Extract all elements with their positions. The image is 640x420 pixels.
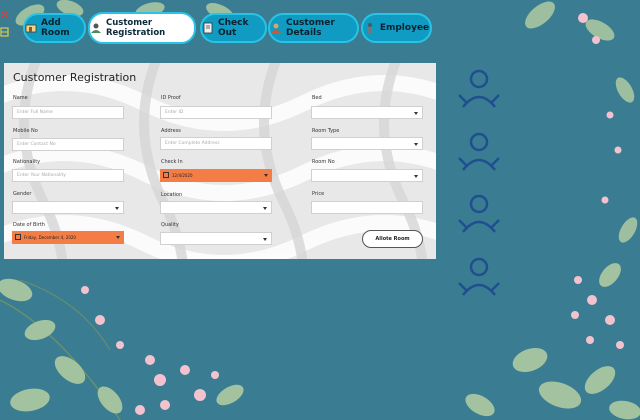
- gender-select[interactable]: [12, 201, 124, 214]
- roomno-label: Room No: [312, 159, 335, 165]
- page-title: Customer Registration: [13, 71, 137, 84]
- roomno-select[interactable]: [311, 169, 423, 182]
- mobile-input[interactable]: Enter Contact No: [12, 138, 124, 151]
- calendar-icon: [15, 234, 21, 240]
- quality-select[interactable]: [160, 232, 272, 245]
- customer-icon: [90, 22, 102, 34]
- idproof-input[interactable]: Enter ID: [160, 106, 272, 119]
- name-label: Name: [13, 95, 28, 101]
- allote-room-button[interactable]: Allote Room: [362, 230, 423, 248]
- bed-label: Bed: [312, 95, 322, 101]
- tab-label: Customer Registration: [106, 18, 166, 38]
- bed-select[interactable]: [311, 106, 423, 119]
- checkout-icon: [202, 22, 214, 34]
- customer-avatar-icon: [455, 130, 503, 174]
- details-icon: [270, 22, 282, 34]
- address-input[interactable]: Enter Complete Address: [160, 137, 272, 150]
- tab-label: Add Room: [41, 18, 70, 38]
- roomtype-label: Room Type: [312, 128, 340, 134]
- dob-picker[interactable]: Friday, December 4, 2020: [12, 231, 124, 244]
- gender-label: Gender: [13, 191, 32, 197]
- customer-avatar-icon: [455, 67, 503, 111]
- menu-icon[interactable]: [0, 22, 9, 37]
- tab-employee[interactable]: Employee: [361, 13, 432, 43]
- address-label: Address: [161, 128, 181, 134]
- tab-customer-details[interactable]: Customer Details: [268, 13, 359, 43]
- quality-label: Quality: [161, 222, 179, 228]
- tab-check-out[interactable]: Check Out: [200, 13, 267, 43]
- employee-icon: [364, 22, 376, 34]
- close-icon[interactable]: [0, 4, 9, 19]
- calendar-icon: [163, 172, 169, 178]
- location-label: Location: [161, 192, 183, 198]
- nationality-input[interactable]: Enter Your Nationality: [12, 169, 124, 182]
- tab-customer-registration[interactable]: Customer Registration: [88, 12, 196, 44]
- location-select[interactable]: [160, 201, 272, 214]
- mobile-label: Mobile No: [13, 128, 38, 134]
- name-input[interactable]: Enter Full Name: [12, 106, 124, 119]
- customer-avatar-icon: [455, 192, 503, 236]
- nationality-label: Nationality: [13, 159, 41, 165]
- tab-label: Check Out: [218, 18, 249, 38]
- dob-label: Date of Birth: [13, 222, 45, 228]
- tab-label: Customer Details: [286, 18, 335, 38]
- idproof-label: ID Proof: [161, 95, 181, 101]
- tab-label: Employee: [379, 23, 430, 33]
- room-icon: [25, 22, 37, 34]
- price-label: Price: [312, 191, 325, 197]
- checkin-picker[interactable]: 12/4/2020: [160, 169, 272, 182]
- tab-add-room[interactable]: Add Room: [23, 13, 86, 43]
- roomtype-select[interactable]: [311, 137, 423, 150]
- checkin-label: Check In: [161, 159, 183, 165]
- price-input[interactable]: [311, 201, 423, 214]
- customer-avatar-icon: [455, 255, 503, 299]
